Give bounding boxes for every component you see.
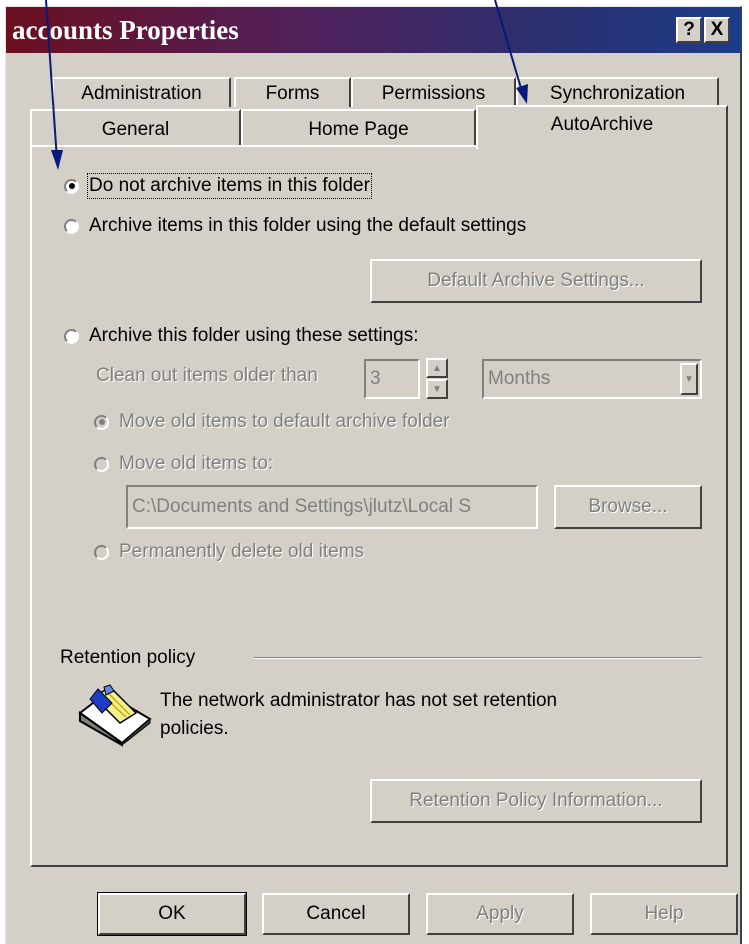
annotation-arrow-line: [45, 0, 58, 161]
tab-label: AutoArchive: [550, 114, 654, 135]
annotation-arrow-head: [516, 84, 528, 104]
annotation-arrow-line: [494, 0, 524, 96]
annotation-arrow-head: [51, 150, 63, 170]
tab-autoarchive[interactable]: AutoArchive: [476, 105, 728, 149]
